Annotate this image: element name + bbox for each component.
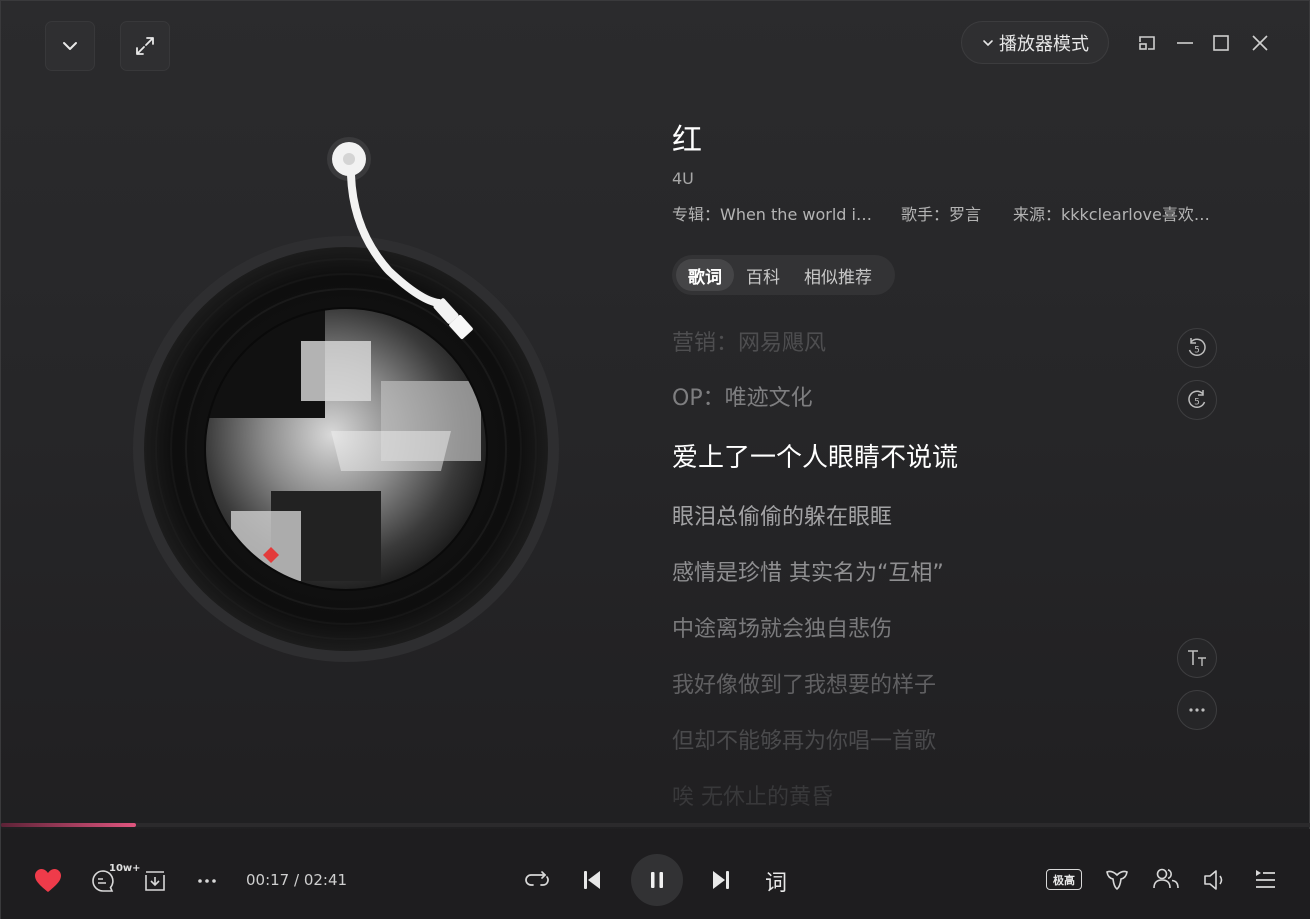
close-button[interactable] [1246, 29, 1274, 57]
close-icon [1252, 35, 1268, 51]
song-subtitle: 4U [672, 169, 694, 188]
like-button[interactable] [33, 866, 63, 896]
more-actions-button[interactable] [193, 867, 221, 895]
minimize-icon [1177, 42, 1193, 44]
lyric-line[interactable]: 中途离场就会独自悲伤 [672, 611, 892, 643]
song-title: 红 [672, 123, 702, 158]
previous-icon [584, 871, 600, 889]
rewind-5-button[interactable]: 5 [1177, 328, 1217, 368]
next-icon [713, 871, 729, 889]
more-horizontal-icon [198, 879, 216, 883]
repeat-button[interactable] [522, 866, 552, 894]
mini-mode-icon [1139, 36, 1155, 50]
previous-button[interactable] [578, 866, 606, 894]
album-link[interactable]: 专辑：When the world i… [672, 201, 882, 225]
listen-together-icon [1153, 868, 1179, 889]
playlist-icon [1256, 870, 1275, 888]
maximize-button[interactable] [1207, 29, 1235, 57]
next-button[interactable] [707, 866, 735, 894]
album-cover [205, 308, 487, 590]
font-size-button[interactable] [1177, 638, 1217, 678]
download-icon [145, 871, 165, 891]
pause-icon [651, 872, 663, 888]
time-display: 00:17 / 02:41 [246, 871, 348, 889]
listen-together-button[interactable] [1151, 865, 1181, 893]
tab-lyrics[interactable]: 歌词 [676, 259, 734, 291]
volume-button[interactable] [1201, 866, 1229, 894]
heart-icon [35, 869, 61, 892]
svg-text:5: 5 [1194, 346, 1200, 356]
lyric-line-current[interactable]: 爱上了一个人眼睛不说谎 [672, 437, 958, 474]
fullscreen-icon [136, 37, 154, 55]
forward-5-icon: 5 [1188, 390, 1206, 409]
repeat-icon [525, 871, 549, 886]
player-mode-label: 播放器模式 [999, 33, 1089, 55]
progress-bar[interactable] [1, 823, 1310, 827]
minimize-button[interactable] [1171, 29, 1199, 57]
lyric-line[interactable]: 感情是珍惜 其实名为“互相” [672, 555, 944, 587]
sound-effect-button[interactable] [1103, 866, 1131, 894]
collapse-button[interactable] [45, 21, 95, 71]
quality-label: 极高 [1053, 873, 1075, 887]
lyric-line[interactable]: 唉 无休止的黄昏 [672, 779, 833, 811]
more-icon [1189, 708, 1205, 712]
player-mode-button[interactable]: 播放器模式 [961, 21, 1109, 64]
lyric-toggle-button[interactable]: 词 [765, 865, 787, 897]
progress-fill [1, 823, 136, 827]
sound-effect-icon [1106, 870, 1128, 890]
playlist-button[interactable] [1251, 866, 1279, 894]
chevron-down-icon [63, 42, 77, 50]
lyric-line[interactable]: 我好像做到了我想要的样子 [672, 667, 936, 699]
tab-encyclopedia[interactable]: 百科 [734, 259, 792, 291]
lyric-line[interactable]: OP：唯迹文化 [672, 380, 813, 412]
fullscreen-button[interactable] [120, 21, 170, 71]
maximize-icon [1213, 35, 1229, 51]
forward-5-button[interactable]: 5 [1177, 380, 1217, 420]
svg-text:5: 5 [1194, 398, 1200, 408]
download-button[interactable] [141, 867, 169, 895]
comment-count-badge: 10w+ [109, 863, 141, 874]
vinyl-record [133, 137, 559, 662]
font-size-icon [1188, 650, 1206, 666]
source-link[interactable]: 来源：kkkclearlove喜欢… [1013, 201, 1217, 225]
lyric-line[interactable]: 营销：网易飓风 [672, 325, 826, 357]
mini-mode-button[interactable] [1133, 29, 1161, 57]
player-window: 播放器模式 红 4U 专辑：When the world i… 歌手：罗言 来源… [0, 0, 1310, 919]
quality-button[interactable]: 极高 [1046, 869, 1082, 890]
more-lyric-options-button[interactable] [1177, 690, 1217, 730]
rewind-5-icon: 5 [1188, 338, 1206, 357]
lyric-line[interactable]: 但却不能够再为你唱一首歌 [672, 723, 936, 755]
detail-tabs: 歌词 百科 相似推荐 [672, 255, 895, 295]
volume-icon [1204, 870, 1223, 890]
pause-button[interactable] [631, 854, 683, 906]
lyric-line[interactable]: 眼泪总偷偷的躲在眼眶 [672, 499, 892, 531]
tab-similar[interactable]: 相似推荐 [792, 259, 884, 291]
chevron-down-icon [983, 39, 993, 46]
singer-link[interactable]: 歌手：罗言 [901, 201, 1001, 225]
